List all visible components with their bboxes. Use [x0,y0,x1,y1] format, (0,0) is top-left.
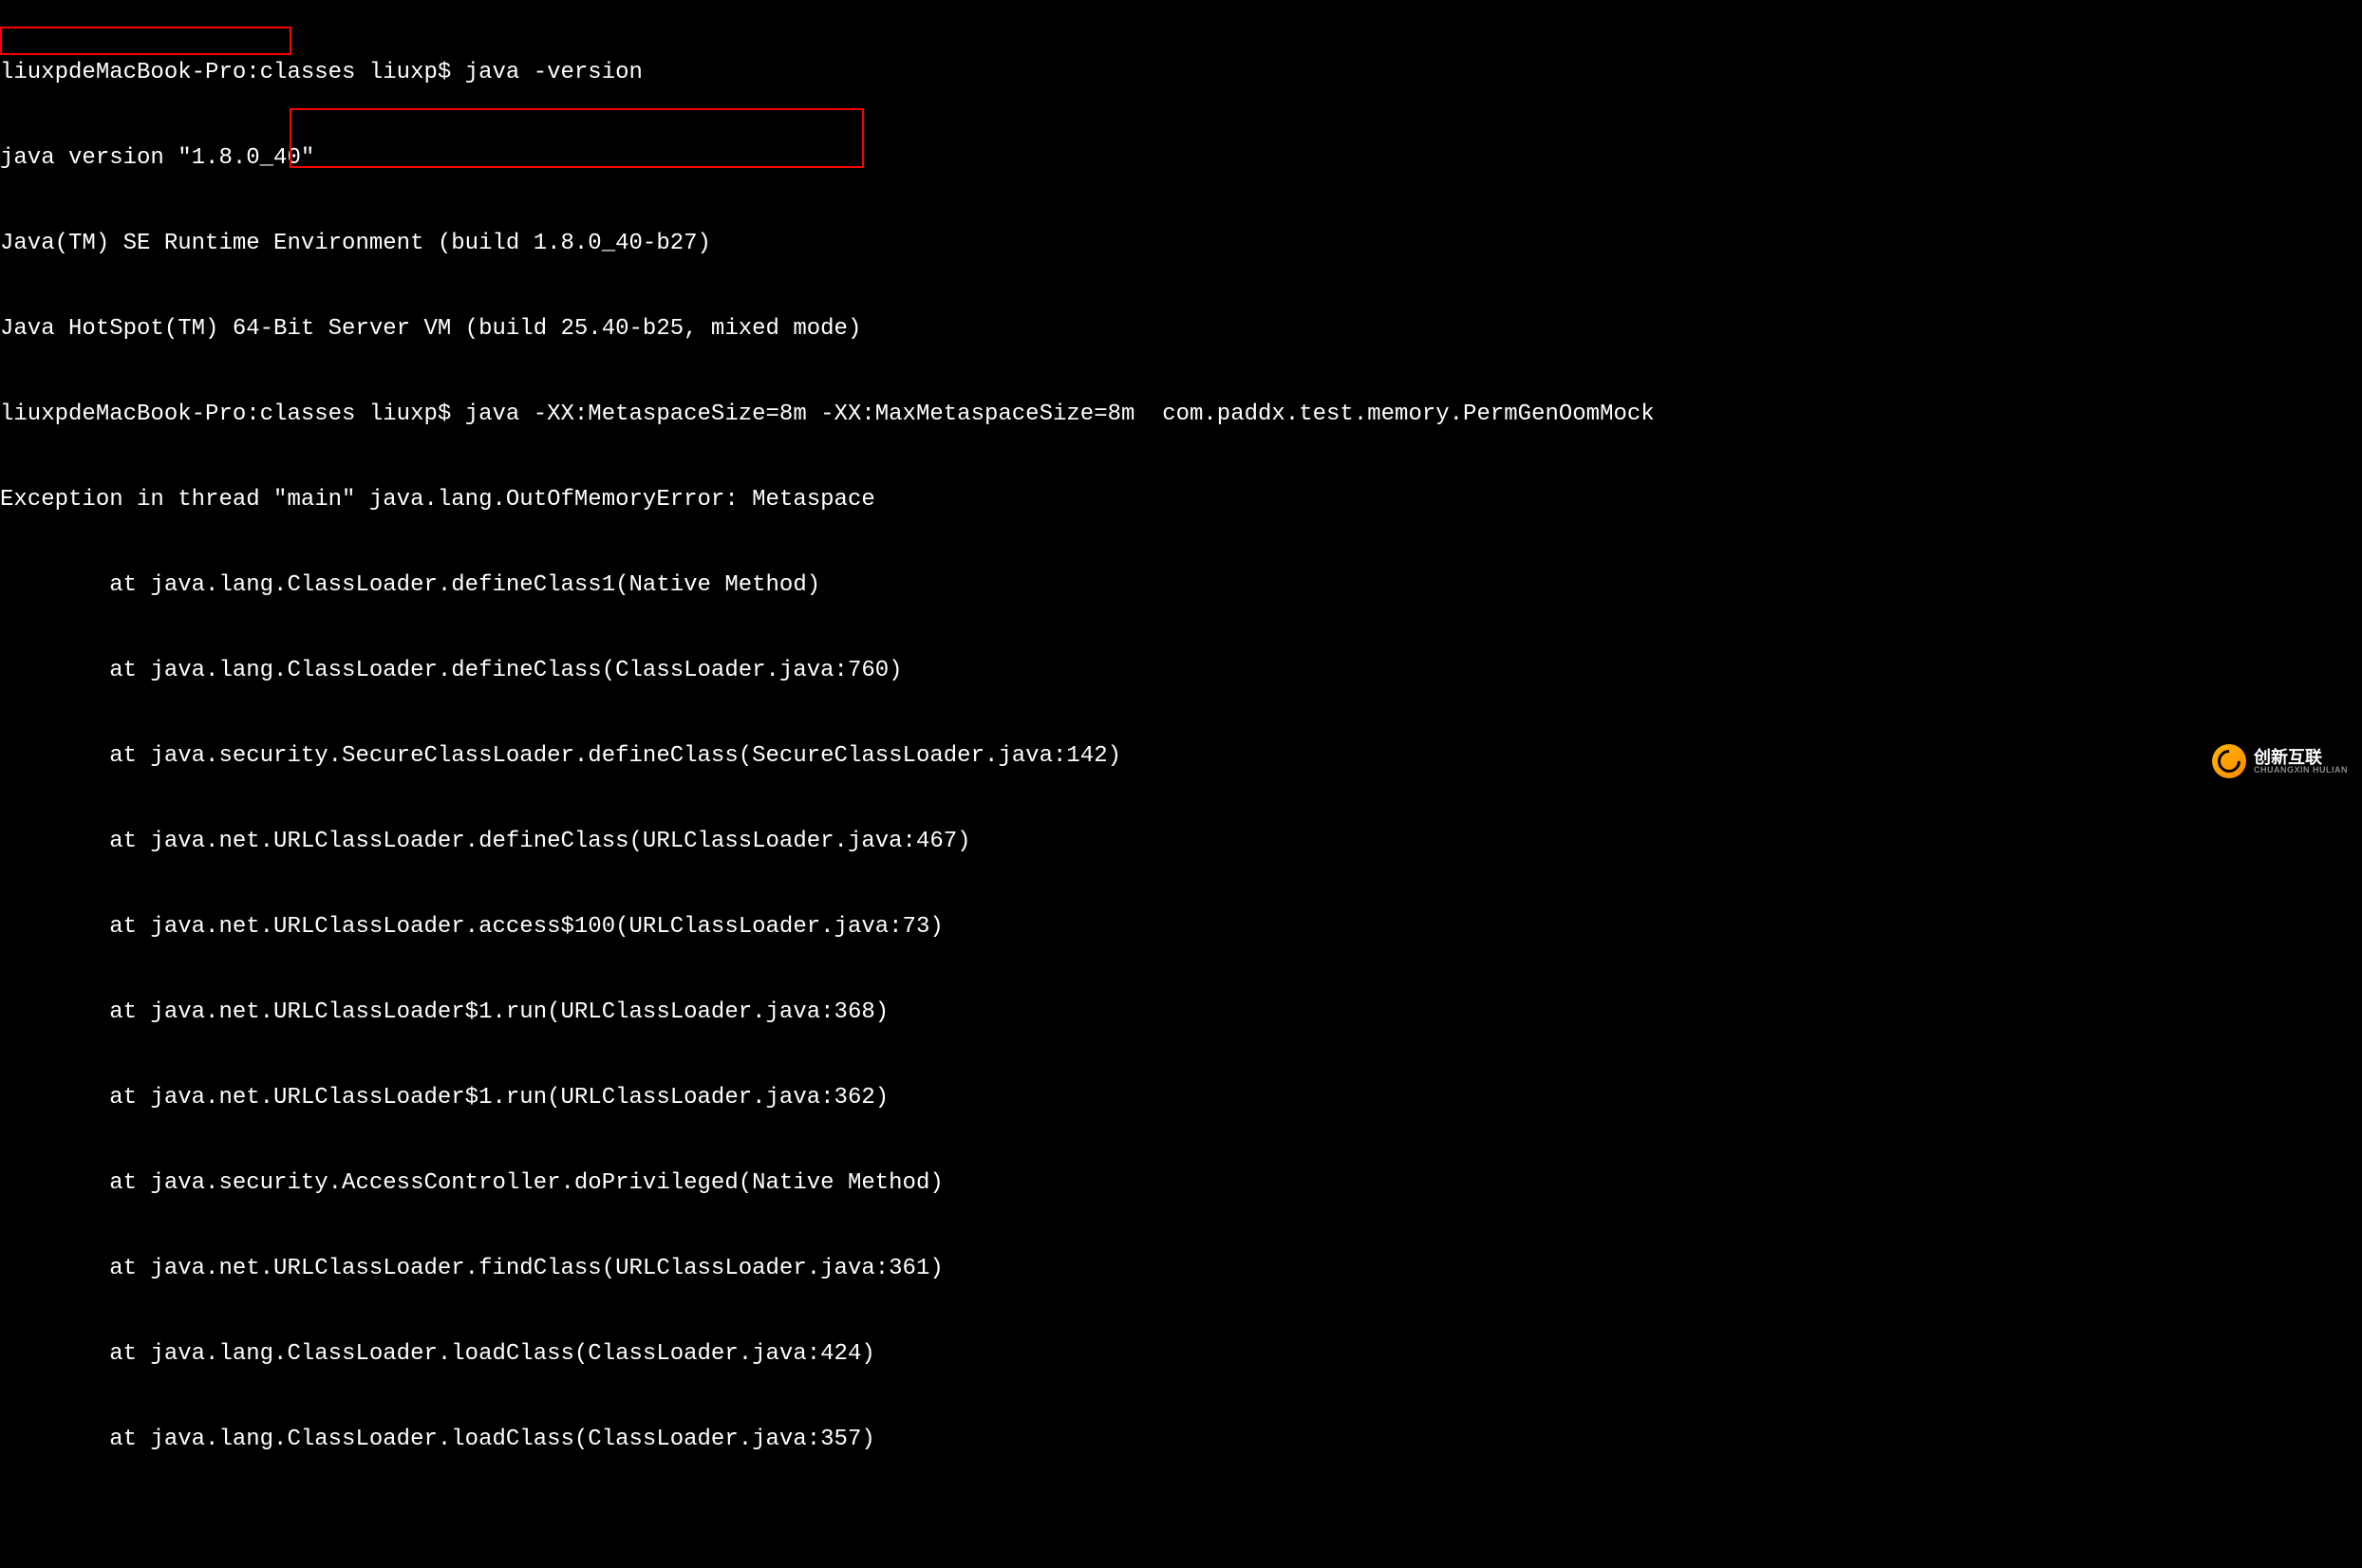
terminal-line: at java.lang.ClassLoader.defineClass1(Na… [0,571,2362,600]
terminal-line: at java.security.SecureClassLoader.defin… [0,742,2362,771]
watermark-logo-icon [2212,744,2246,778]
highlight-annotation-version [0,27,291,55]
terminal-line: at java.net.URLClassLoader.findClass(URL… [0,1255,2362,1283]
terminal-line: Java HotSpot(TM) 64-Bit Server VM (build… [0,315,2362,344]
watermark-title: 创新互联 [2254,749,2348,766]
terminal-line: at java.security.AccessController.doPriv… [0,1169,2362,1198]
watermark-text: 创新互联 CHUANGXIN HULIAN [2254,749,2348,775]
watermark-subtitle: CHUANGXIN HULIAN [2254,766,2348,775]
terminal-output: liuxpdeMacBook-Pro:classes liuxp$ java -… [0,2,2362,1568]
terminal-line: at java.lang.ClassLoader.loadClass(Class… [0,1340,2362,1369]
terminal-line: java version "1.8.0_40" [0,144,2362,173]
terminal-line: liuxpdeMacBook-Pro:classes liuxp$ java -… [0,401,2362,429]
terminal-line: liuxpdeMacBook-Pro:classes liuxp$ java -… [0,59,2362,87]
terminal-line: at java.net.URLClassLoader$1.run(URLClas… [0,999,2362,1027]
terminal-line: at java.lang.ClassLoader.loadClass(Class… [0,1426,2362,1454]
watermark: 创新互联 CHUANGXIN HULIAN [2212,744,2348,778]
terminal-line: at java.net.URLClassLoader.access$100(UR… [0,913,2362,942]
terminal-line: at java.net.URLClassLoader.defineClass(U… [0,828,2362,856]
terminal-line: at java.lang.ClassLoader.defineClass(Cla… [0,657,2362,685]
terminal-line: at java.net.URLClassLoader$1.run(URLClas… [0,1084,2362,1112]
terminal-line: Exception in thread "main" java.lang.Out… [0,486,2362,514]
terminal-line: Java(TM) SE Runtime Environment (build 1… [0,230,2362,258]
